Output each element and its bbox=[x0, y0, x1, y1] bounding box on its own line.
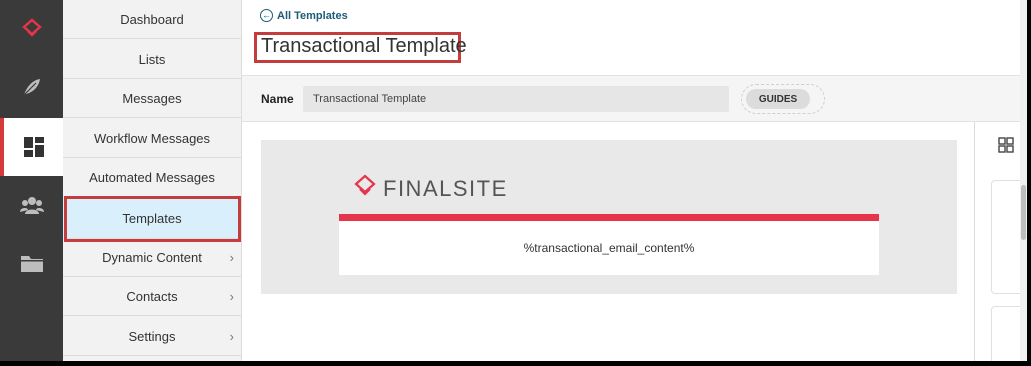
secondary-nav: Dashboard Lists Messages Workflow Messag… bbox=[63, 0, 242, 361]
chevron-right-icon: › bbox=[229, 250, 234, 265]
finalsite-logo-icon bbox=[354, 174, 376, 196]
accent-bar bbox=[339, 214, 879, 221]
guides-button[interactable]: GUIDES bbox=[746, 89, 810, 109]
email-header: FINALSITE bbox=[339, 158, 879, 214]
nav-item-label: Dashboard bbox=[120, 11, 184, 27]
scrollbar-thumb[interactable] bbox=[1021, 185, 1026, 240]
chevron-right-icon: › bbox=[229, 329, 234, 344]
rail-item-compose[interactable] bbox=[0, 58, 63, 116]
brand-logo-text: FINALSITE bbox=[383, 176, 508, 201]
nav-item-label: Automated Messages bbox=[89, 169, 215, 185]
blocks-grid-icon[interactable] bbox=[998, 137, 1014, 153]
back-arrow-icon: ← bbox=[260, 9, 273, 22]
email-preview-canvas: FINALSITE %transactional_email_content% bbox=[261, 140, 957, 294]
nav-item-label: Workflow Messages bbox=[93, 130, 211, 146]
nav-item-messages[interactable]: Messages bbox=[63, 79, 241, 118]
nav-item-label: Messages bbox=[122, 90, 182, 106]
nav-item-label: Settings bbox=[128, 328, 176, 344]
rail-item-home[interactable] bbox=[0, 0, 63, 58]
users-group-icon bbox=[19, 197, 44, 214]
rail-item-contacts[interactable] bbox=[0, 176, 63, 234]
nav-item-label: Contacts bbox=[126, 288, 178, 304]
email-template-card[interactable]: FINALSITE %transactional_email_content% bbox=[339, 158, 879, 275]
nav-item-settings[interactable]: Settings › bbox=[63, 317, 241, 356]
nav-item-label: Dynamic Content bbox=[102, 249, 202, 265]
nav-item-templates[interactable]: Templates bbox=[63, 198, 241, 239]
finalsite-logo-icon bbox=[21, 18, 42, 37]
app-window: Dashboard Lists Messages Workflow Messag… bbox=[0, 0, 1027, 361]
nav-item-automated-messages[interactable]: Automated Messages bbox=[63, 158, 241, 197]
all-templates-link[interactable]: ← All Templates bbox=[260, 9, 348, 22]
chevron-right-icon: › bbox=[229, 289, 234, 304]
name-bar: Name GUIDES bbox=[242, 75, 1027, 122]
dashboard-grid-icon bbox=[23, 137, 44, 157]
nav-item-label: Lists bbox=[138, 51, 166, 67]
panel-divider bbox=[974, 122, 975, 361]
email-content-placeholder: %transactional_email_content% bbox=[339, 221, 879, 275]
template-name-input[interactable] bbox=[303, 86, 729, 112]
scrollbar-track[interactable] bbox=[1020, 0, 1027, 361]
nav-item-workflow-messages[interactable]: Workflow Messages bbox=[63, 119, 241, 158]
nav-item-contacts[interactable]: Contacts › bbox=[63, 277, 241, 316]
rail-item-dashboard[interactable] bbox=[0, 118, 63, 176]
nav-item-dynamic-content[interactable]: Dynamic Content › bbox=[63, 238, 241, 277]
folder-icon bbox=[20, 256, 43, 272]
icon-rail bbox=[0, 0, 63, 361]
nav-item-label: Templates bbox=[122, 210, 182, 226]
page-title: Transactional Template bbox=[261, 35, 467, 57]
main-content: ← All Templates Transactional Template N… bbox=[242, 0, 1027, 361]
nav-item-lists[interactable]: Lists bbox=[63, 40, 241, 79]
back-link-label: All Templates bbox=[277, 9, 348, 22]
rail-item-files[interactable] bbox=[0, 234, 63, 292]
name-label: Name bbox=[261, 92, 294, 106]
feather-icon bbox=[23, 79, 40, 96]
nav-item-dashboard[interactable]: Dashboard bbox=[63, 0, 241, 39]
